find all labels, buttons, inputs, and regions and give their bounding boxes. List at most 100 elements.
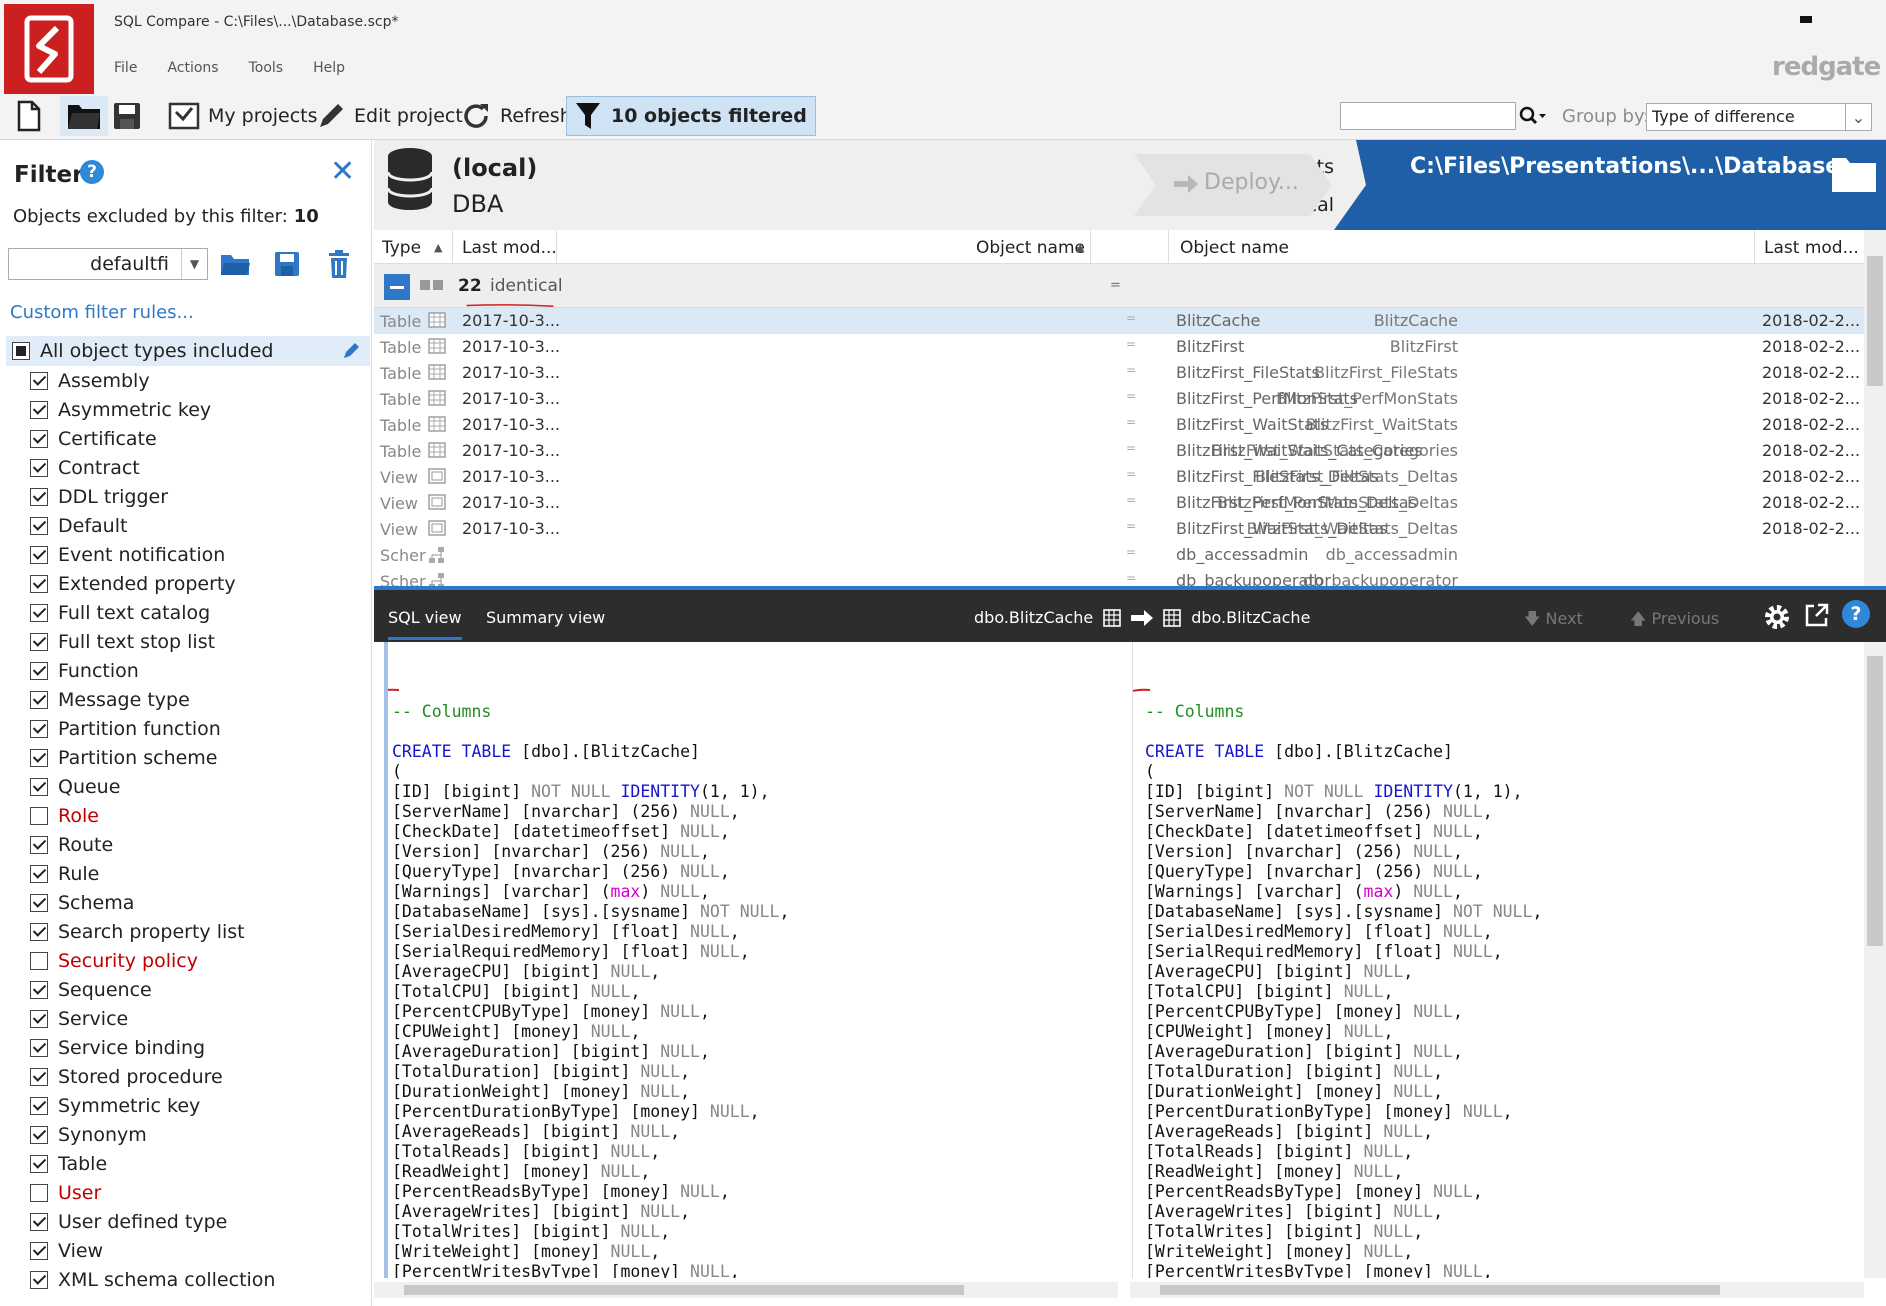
column-divider[interactable] [1168, 230, 1169, 264]
column-object-name-target[interactable]: Object name [1180, 238, 1289, 258]
object-type-item[interactable]: Symmetric key [0, 1091, 372, 1120]
object-type-checkbox[interactable] [30, 1125, 48, 1144]
filter-select[interactable]: defaultfi ▼ [8, 248, 208, 280]
object-type-item[interactable]: Stored procedure [0, 1062, 372, 1091]
scrollbar-thumb[interactable] [1160, 1285, 1720, 1295]
table-row[interactable]: Table 2017-10-3... BlitzFirst_PerfMonStats… [374, 386, 1864, 412]
edit-project-button[interactable]: Edit project [316, 96, 463, 136]
object-type-checkbox[interactable] [30, 806, 48, 825]
object-type-item[interactable]: Function [0, 656, 372, 685]
object-type-checkbox[interactable] [30, 690, 48, 709]
column-divider[interactable] [556, 230, 557, 264]
table-row[interactable]: Table 2017-10-3... BlitzFirst = BlitzFirst 20… [374, 334, 1864, 360]
save-project-button[interactable] [112, 96, 142, 136]
object-type-checkbox[interactable] [30, 1067, 48, 1086]
object-type-item[interactable]: Security policy [0, 946, 372, 975]
object-type-checkbox[interactable] [30, 574, 48, 593]
open-filter-button[interactable] [218, 248, 252, 280]
object-type-item[interactable]: Queue [0, 772, 372, 801]
object-type-checkbox[interactable] [30, 1009, 48, 1028]
object-type-checkbox[interactable] [30, 632, 48, 651]
object-type-item[interactable]: Table [0, 1149, 372, 1178]
object-type-item[interactable]: User [0, 1178, 372, 1207]
previous-difference-button[interactable]: 🡅 Previous [1630, 608, 1719, 635]
object-type-checkbox[interactable] [30, 1270, 48, 1289]
object-type-item[interactable]: Rule [0, 859, 372, 888]
object-type-checkbox[interactable] [30, 1212, 48, 1231]
object-type-checkbox[interactable] [30, 864, 48, 883]
object-type-checkbox[interactable] [30, 748, 48, 767]
column-object-name[interactable]: Object name [976, 238, 1085, 258]
target-horizontal-scrollbar[interactable] [1130, 1282, 1864, 1298]
scrollbar-thumb[interactable] [404, 1285, 964, 1295]
table-row[interactable]: Scher db_backupoperator = db_backupoperator [374, 568, 1864, 586]
column-divider[interactable] [452, 230, 453, 264]
object-type-item[interactable]: XML schema collection [0, 1265, 372, 1294]
all-object-types-row[interactable]: All object types included [6, 336, 370, 366]
deploy-button[interactable]: Deploy... [1134, 154, 1334, 216]
object-type-checkbox[interactable] [30, 429, 48, 448]
column-divider[interactable] [1754, 230, 1755, 264]
object-type-item[interactable]: Partition scheme [0, 743, 372, 772]
table-row[interactable]: Table 2017-10-3... BlitzCache = BlitzCache 20… [374, 308, 1864, 334]
object-type-item[interactable]: DDL trigger [0, 482, 372, 511]
table-row[interactable]: View 2017-10-3... BlitzFirst_FileStats_Del… [374, 464, 1864, 490]
close-filter-icon[interactable]: ✕ [330, 154, 355, 189]
delete-filter-button[interactable] [322, 248, 356, 280]
object-type-item[interactable]: Extended property [0, 569, 372, 598]
table-row[interactable]: View 2017-10-3... BlitzFirst_PerfMonStats_… [374, 490, 1864, 516]
object-type-checkbox[interactable] [30, 980, 48, 999]
column-divider[interactable] [1090, 230, 1091, 264]
new-project-button[interactable] [16, 96, 42, 136]
identical-group-row[interactable]: 22 identical = [374, 264, 1864, 308]
object-type-checkbox[interactable] [30, 371, 48, 390]
object-type-checkbox[interactable] [30, 719, 48, 738]
table-row[interactable]: View 2017-10-3... BlitzFirst_WaitStats_Del… [374, 516, 1864, 542]
object-type-checkbox[interactable] [30, 951, 48, 970]
object-type-item[interactable]: Schema [0, 888, 372, 917]
object-type-item[interactable]: Search property list [0, 917, 372, 946]
grid-scrollbar[interactable] [1864, 230, 1886, 586]
object-type-item[interactable]: Assembly [0, 366, 372, 395]
table-row[interactable]: Table 2017-10-3... BlitzFirst_WaitStats_Ca… [374, 438, 1864, 464]
menu-actions[interactable]: Actions [167, 60, 218, 76]
table-row[interactable]: Table 2017-10-3... BlitzFirst_FileStats = Bl… [374, 360, 1864, 386]
tab-sql-view[interactable]: SQL view [388, 608, 462, 640]
grid-scrollbar-thumb[interactable] [1867, 256, 1883, 386]
my-projects-button[interactable]: My projects [168, 96, 318, 136]
menu-tools[interactable]: Tools [249, 60, 284, 76]
next-difference-button[interactable]: 🡇 Next [1524, 608, 1583, 635]
object-type-checkbox[interactable] [30, 516, 48, 535]
object-type-item[interactable]: Default [0, 511, 372, 540]
object-type-item[interactable]: Certificate [0, 424, 372, 453]
object-type-item[interactable]: Partition function [0, 714, 372, 743]
object-type-item[interactable]: Role [0, 801, 372, 830]
gear-icon[interactable] [1762, 602, 1792, 632]
refresh-button[interactable]: Refresh [460, 96, 572, 136]
object-type-item[interactable]: Sequence [0, 975, 372, 1004]
menu-file[interactable]: File [114, 60, 137, 76]
object-type-checkbox[interactable] [30, 400, 48, 419]
table-row[interactable]: Scher db_accessadmin = db_accessadmin [374, 542, 1864, 568]
object-type-checkbox[interactable] [30, 545, 48, 564]
object-type-checkbox[interactable] [30, 922, 48, 941]
object-type-item[interactable]: Event notification [0, 540, 372, 569]
source-sql-pane[interactable]: -- Columns CREATE TABLE [dbo].[BlitzCache… [384, 642, 1118, 1278]
sql-scrollbar-thumb[interactable] [1867, 656, 1883, 946]
object-type-item[interactable]: Asymmetric key [0, 395, 372, 424]
help-icon[interactable]: ? [80, 160, 104, 184]
pop-out-icon[interactable] [1804, 602, 1830, 628]
object-type-item[interactable]: Full text stop list [0, 627, 372, 656]
table-row[interactable]: Table 2017-10-3... BlitzFirst_WaitStats = Bl… [374, 412, 1864, 438]
object-type-checkbox[interactable] [30, 1241, 48, 1260]
objects-filtered-button[interactable]: 10 objects filtered [566, 96, 816, 136]
sql-scrollbar[interactable] [1864, 642, 1886, 1278]
object-type-checkbox[interactable] [30, 835, 48, 854]
open-project-button[interactable] [60, 96, 108, 136]
all-types-checkbox[interactable] [12, 342, 30, 360]
object-type-item[interactable]: Full text catalog [0, 598, 372, 627]
object-type-item[interactable]: Message type [0, 685, 372, 714]
help-icon[interactable]: ? [1842, 600, 1870, 628]
object-type-checkbox[interactable] [30, 1183, 48, 1202]
minimize-button[interactable] [1800, 16, 1812, 23]
